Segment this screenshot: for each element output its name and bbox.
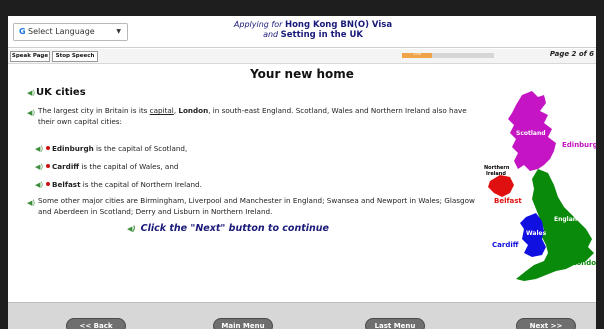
city-name: Belfast bbox=[52, 180, 81, 189]
last-menu-button[interactable]: Last Menu bbox=[365, 318, 425, 329]
speaker-icon[interactable]: ◀︎) bbox=[27, 89, 35, 97]
next-instruction: ◀︎) Click the "Next" button to continue bbox=[8, 223, 448, 234]
speaker-icon[interactable]: ◀︎) bbox=[127, 225, 136, 233]
progress-bar: 33% bbox=[402, 52, 494, 58]
main-menu-button[interactable]: Main Menu bbox=[213, 318, 273, 329]
cta-text: Click the "Next" button to continue bbox=[140, 223, 329, 234]
title-prefix: Applying for bbox=[233, 20, 285, 29]
page-title-line2: and Setting in the UK bbox=[158, 30, 468, 40]
header: G Select Language ▼ Applying for Hong Ko… bbox=[8, 16, 596, 48]
title-line2-main: Setting in the UK bbox=[280, 30, 363, 40]
other-cities-paragraph: Some other major cities are Birmingham, … bbox=[38, 196, 475, 216]
language-select[interactable]: G Select Language ▼ bbox=[13, 23, 128, 41]
speaker-icon[interactable]: ◀︎) bbox=[35, 181, 43, 189]
app-frame: G Select Language ▼ Applying for Hong Ko… bbox=[8, 16, 596, 329]
bullet-dot-icon bbox=[46, 182, 50, 186]
bullet-dot-icon bbox=[46, 164, 50, 168]
page-title-line1: Applying for Hong Kong BN(O) Visa bbox=[158, 20, 468, 30]
capital-link[interactable]: capital bbox=[150, 106, 174, 115]
section-title: UK cities bbox=[36, 87, 86, 98]
title-main: Hong Kong BN(O) Visa bbox=[284, 20, 393, 30]
intro-text: The largest city in Britain is its bbox=[38, 106, 150, 115]
scotland-label: Scotland bbox=[516, 130, 546, 137]
page-indicator: Page 2 of 6 bbox=[549, 50, 594, 58]
speaker-icon[interactable]: ◀︎) bbox=[35, 163, 43, 171]
city-name: Edinburgh bbox=[52, 144, 94, 153]
next-button[interactable]: Next >> bbox=[516, 318, 576, 329]
city-desc: is the capital of Wales, and bbox=[79, 162, 179, 171]
list-item: Edinburgh is the capital of Scotland, bbox=[46, 144, 187, 153]
london-bold: London bbox=[178, 106, 209, 115]
back-button[interactable]: << Back bbox=[66, 318, 126, 329]
google-g-icon: G bbox=[19, 27, 26, 36]
northern-ireland-region bbox=[488, 175, 514, 197]
speak-page-button[interactable]: Speak Page bbox=[10, 51, 50, 62]
list-item: Belfast is the capital of Northern Irela… bbox=[46, 180, 202, 189]
england-label: England bbox=[554, 216, 581, 223]
cardiff-label: Cardiff bbox=[492, 241, 519, 249]
title-line2-prefix: and bbox=[263, 30, 281, 39]
city-desc: is the capital of Northern Ireland. bbox=[80, 180, 202, 189]
bullet-dot-icon bbox=[46, 146, 50, 150]
northern-ireland-label-2: Ireland bbox=[486, 171, 506, 177]
intro-paragraph: The largest city in Britain is its capit… bbox=[38, 106, 478, 127]
edinburgh-label: Edinburgh bbox=[562, 141, 596, 149]
uk-map: Scotland Edinburgh Northern Ireland Belf… bbox=[484, 91, 596, 281]
wales-label: Wales bbox=[526, 230, 547, 237]
chevron-down-icon: ▼ bbox=[116, 28, 121, 35]
footer-nav: << Back Main Menu Last Menu Next >> bbox=[8, 302, 596, 329]
speaker-icon[interactable]: ◀︎) bbox=[27, 199, 35, 207]
stop-speech-button[interactable]: Stop Speech bbox=[52, 51, 98, 62]
city-desc: is the capital of Scotland, bbox=[93, 144, 188, 153]
language-select-label: Select Language bbox=[28, 27, 95, 36]
belfast-label: Belfast bbox=[494, 197, 522, 205]
list-item: Cardiff is the capital of Wales, and bbox=[46, 162, 178, 171]
toolbar: Speak Page Stop Speech 33% Page 2 of 6 bbox=[8, 49, 596, 64]
city-name: Cardiff bbox=[52, 162, 80, 171]
london-label: London bbox=[572, 259, 596, 267]
progress-label: 33% bbox=[413, 52, 422, 56]
speaker-icon[interactable]: ◀︎) bbox=[27, 109, 35, 117]
speaker-icon[interactable]: ◀︎) bbox=[35, 145, 43, 153]
page-heading: Your new home bbox=[250, 67, 354, 81]
